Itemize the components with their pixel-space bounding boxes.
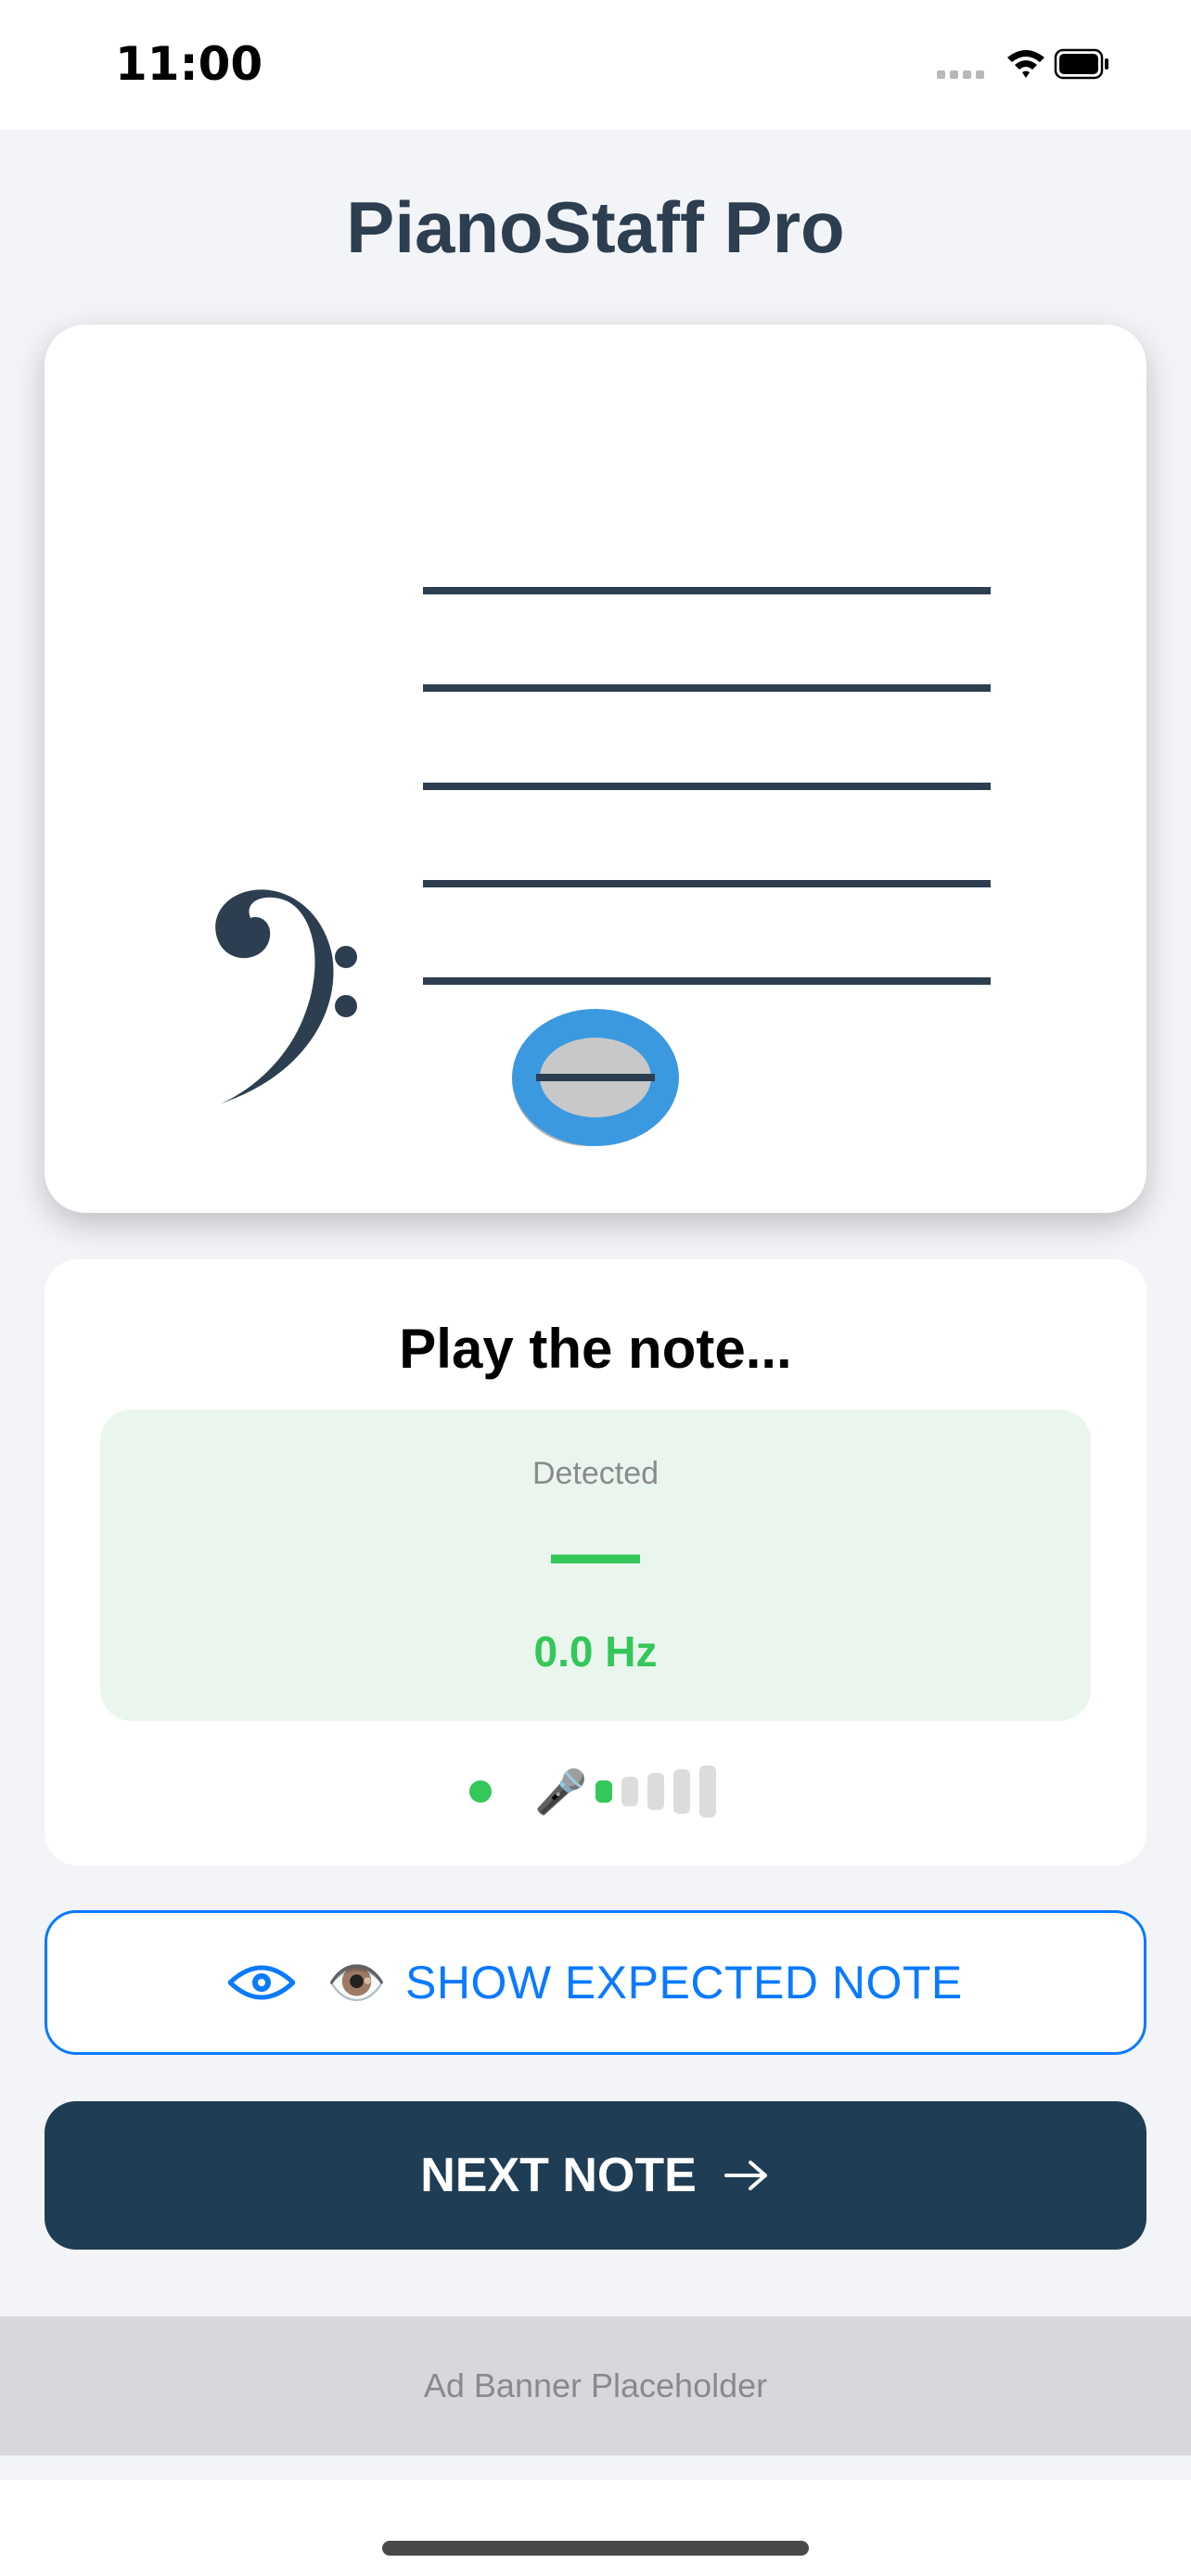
- listening-indicator-dot: [469, 1780, 492, 1803]
- bass-clef-icon: [215, 889, 357, 1103]
- battery-icon: [1054, 48, 1108, 80]
- status-time: 11:00: [115, 37, 263, 91]
- staff-lines: [423, 587, 991, 985]
- detected-panel: Detected — 0.0 Hz: [100, 1409, 1091, 1721]
- next-note-label: NEXT NOTE: [420, 2149, 697, 2202]
- status-icons: [937, 45, 1113, 89]
- music-staff: [215, 587, 991, 1146]
- prompt-text: Play the note...: [399, 1318, 792, 1380]
- level-bar: [647, 1773, 664, 1810]
- practice-card: Play the note... Detected — 0.0 Hz 🎤: [45, 1259, 1146, 1866]
- ad-banner-label: Ad Banner Placeholder: [423, 2366, 768, 2404]
- mic-status-row: 🎤: [45, 1760, 1146, 1825]
- level-bar: [596, 1780, 612, 1803]
- app-title: PianoStaff Pro: [346, 186, 845, 268]
- arrow-right-icon: [724, 2161, 767, 2190]
- level-bar: [699, 1766, 716, 1817]
- show-expected-note-button[interactable]: 👁️ SHOW EXPECTED NOTE: [45, 1910, 1146, 2055]
- level-bar: [673, 1769, 690, 1814]
- eye-emoji-icon: 👁️: [327, 1955, 387, 2011]
- microphone-icon: 🎤: [534, 1766, 588, 1817]
- wifi-icon: [1007, 50, 1044, 78]
- next-note-button[interactable]: NEXT NOTE: [45, 2101, 1146, 2250]
- bottom-safe-area: [0, 2480, 1191, 2576]
- home-indicator[interactable]: [382, 2541, 809, 2556]
- staff-card: [45, 325, 1146, 1213]
- status-bar: 11:00: [0, 0, 1191, 130]
- detected-label: Detected: [531, 1456, 660, 1491]
- level-bar: [621, 1777, 638, 1806]
- show-expected-note-label: SHOW EXPECTED NOTE: [405, 1957, 963, 2009]
- detected-note: —: [551, 1503, 640, 1602]
- cellular-signal-icon: [937, 70, 984, 79]
- eye-icon: [228, 1965, 296, 2000]
- ad-banner[interactable]: Ad Banner Placeholder: [0, 2316, 1191, 2455]
- detected-frequency: 0.0 Hz: [533, 1627, 658, 1676]
- whole-note: [512, 1009, 679, 1146]
